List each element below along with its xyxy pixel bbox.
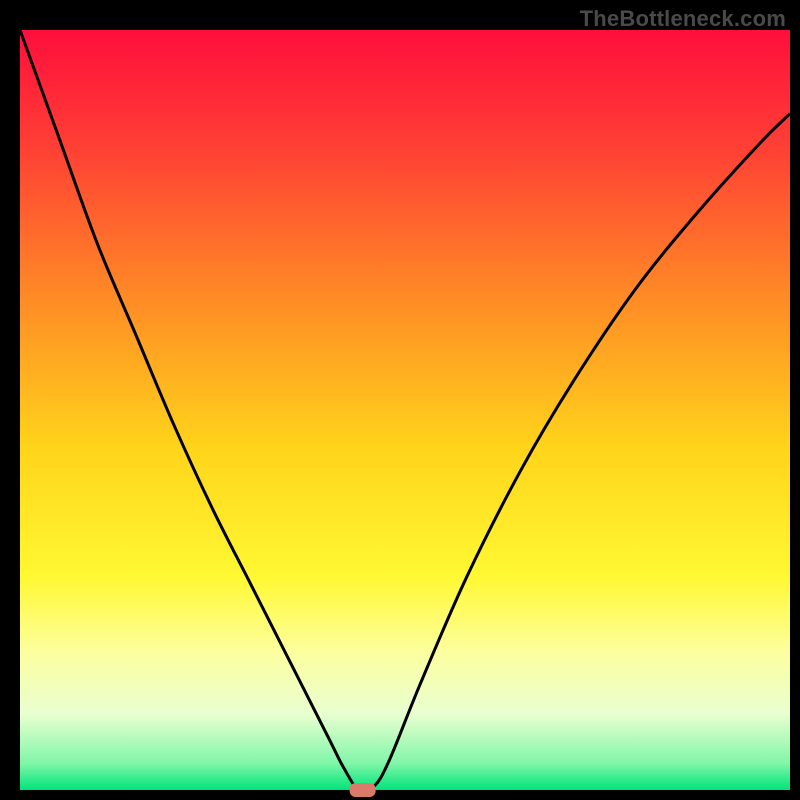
minimum-marker bbox=[350, 783, 376, 797]
plot-background bbox=[20, 30, 790, 790]
chart-svg bbox=[0, 0, 800, 800]
bottleneck-chart: TheBottleneck.com bbox=[0, 0, 800, 800]
watermark-text: TheBottleneck.com bbox=[580, 6, 786, 32]
